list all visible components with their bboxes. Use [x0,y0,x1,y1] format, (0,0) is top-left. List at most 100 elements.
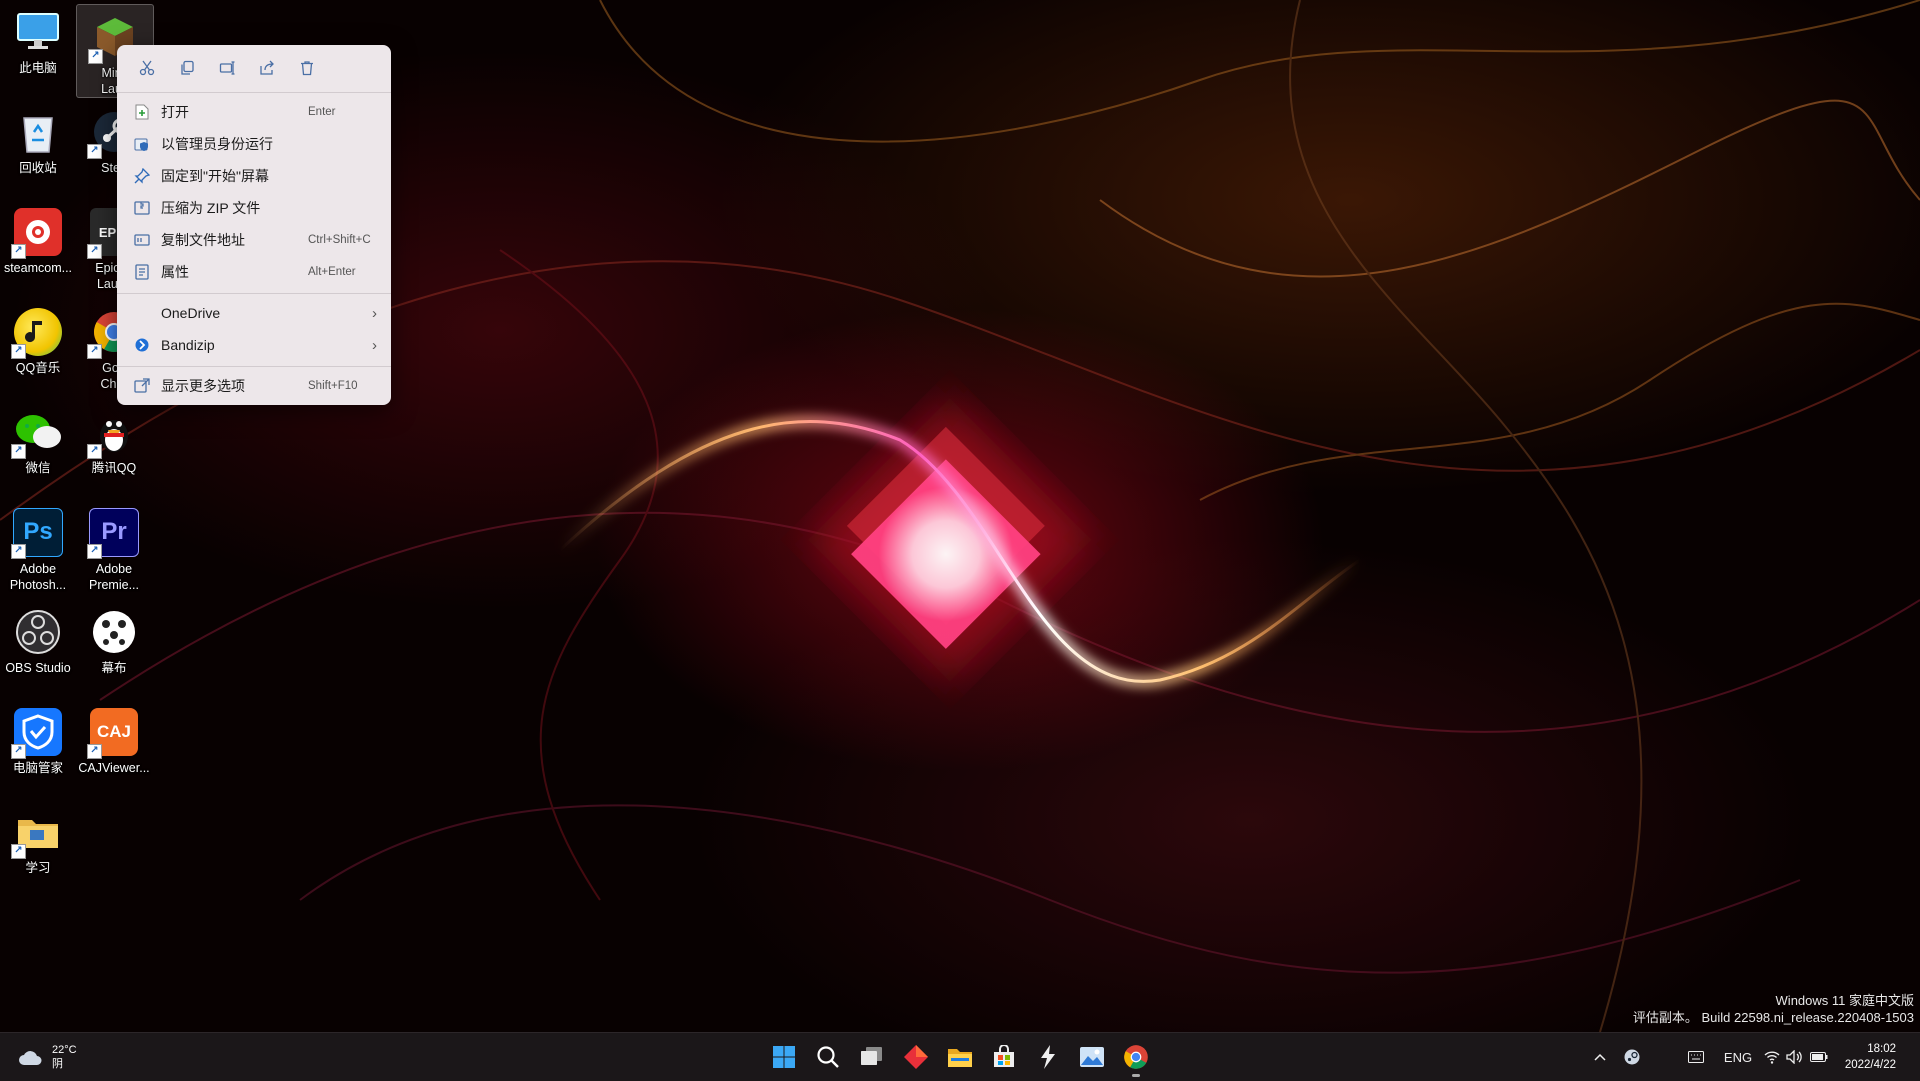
photoshop-glyph: Ps [23,518,53,546]
menu-item-label: 复制文件地址 [161,232,245,248]
desktop-icon-label: 幕布 [101,661,127,675]
desktop-icon-label: 电脑管家 [12,761,63,775]
shortcut-arrow-icon: ↗ [11,444,26,459]
desktop-icon-cajviewer[interactable]: CAJ ↗ CAJViewer... [76,700,152,792]
caj-glyph: CAJ [96,722,131,741]
desktop-icon-mubu[interactable]: 幕布 [76,600,152,692]
menu-item-compress-zip[interactable]: 压缩为 ZIP 文件 [121,193,387,223]
open-icon [133,103,151,121]
desktop-icon-obs-studio[interactable]: OBS Studio [0,600,76,692]
recycle-bin-icon [14,108,62,156]
windows-evaluation-watermark: Windows 11 家庭中文版 评估副本。 Build 22598.ni_re… [1633,992,1914,1026]
clock-date: 2022/4/22 [1844,1059,1896,1071]
wechat-icon: ↗ [11,408,62,459]
menu-divider [117,293,391,294]
context-menu-toolbar [117,45,401,91]
volume-icon[interactable] [1784,1045,1804,1069]
watermark-build: 评估副本。 Build 22598.ni_release.220408-1503 [1632,1010,1914,1025]
desktop-icon-premiere[interactable]: Pr ↗ Adobe Premie... [76,500,152,592]
desktop-icon-label: steamcom... [3,261,73,275]
mubu-icon [90,608,138,656]
app-red-diamond-icon[interactable] [898,1039,934,1075]
shortcut-arrow-icon: ↗ [87,543,102,559]
desktop-icon-recycle-bin[interactable]: 回收站 [0,100,76,192]
shortcut-arrow-icon: ↗ [87,444,102,459]
language-indicator[interactable]: ENG [1722,1045,1754,1069]
store-icon[interactable] [986,1039,1022,1075]
desktop-icon-steamcommunity[interactable]: ↗ steamcom... [0,200,76,292]
desktop-icon-label: OBS Studio [5,661,71,675]
menu-item-bandizip[interactable]: Bandizip › [121,330,387,360]
menu-item-onedrive[interactable]: OneDrive › [121,298,387,328]
desktop-icon-label: 学习 [25,861,51,875]
desktop-icon-label: Adobe Premie... [88,561,139,592]
chrome-icon[interactable] [1118,1039,1154,1077]
pc-manager-shield-icon: ↗ [11,708,62,759]
shortcut-arrow-icon: ↗ [11,344,26,359]
shortcut-arrow-icon: ↗ [87,144,102,159]
desktop-icon-wechat[interactable]: ↗ 微信 [0,400,76,492]
menu-item-pin-to-start[interactable]: 固定到"开始"屏幕 [121,161,387,191]
weather-widget[interactable]: 22°C 阴 [18,1041,77,1073]
menu-item-shortcut: Shift+F10 [308,380,358,392]
wifi-icon[interactable] [1762,1045,1782,1069]
copy-icon[interactable] [167,50,207,86]
chevron-right-icon: › [372,336,377,354]
battery-icon[interactable] [1808,1045,1830,1069]
menu-item-copy-path[interactable]: 复制文件地址 Ctrl+Shift+C [121,225,387,255]
desktop-icon-label: Adobe Photosh... [9,561,67,592]
keyboard-icon[interactable] [1686,1045,1706,1069]
qq-music-icon: ↗ [11,308,62,359]
rename-icon[interactable] [207,50,247,86]
shortcut-arrow-icon: ↗ [11,744,26,759]
premiere-glyph: Pr [101,518,127,546]
bandizip-icon [133,336,151,354]
desktop-icon-label: QQ音乐 [15,361,61,375]
steam-tray-icon[interactable] [1622,1045,1642,1069]
shortcut-arrow-icon: ↗ [88,49,103,64]
clock[interactable]: 18:02 2022/4/22 [1845,1041,1896,1073]
delete-icon[interactable] [287,50,327,86]
shortcut-arrow-icon: ↗ [11,844,26,859]
menu-item-label: Bandizip [161,337,215,353]
chevron-right-icon: › [372,304,377,322]
menu-item-run-as-admin[interactable]: 以管理员身份运行 [121,129,387,159]
cut-icon[interactable] [127,50,167,86]
menu-divider [117,92,391,93]
desktop-icon-photoshop[interactable]: Ps ↗ Adobe Photosh... [0,500,76,592]
cajviewer-icon: CAJ ↗ [87,708,138,759]
running-indicator [1132,1074,1140,1077]
menu-item-label: OneDrive [161,305,221,321]
desktop-icon-study-folder[interactable]: ↗ 学习 [0,800,76,892]
weather-text: 22°C 阴 [52,1043,77,1071]
file-explorer-icon[interactable] [942,1039,978,1075]
desktop-icon-label: 回收站 [19,161,57,175]
photoshop-icon: Ps ↗ [11,508,63,559]
menu-item-label: 压缩为 ZIP 文件 [161,200,261,216]
menu-item-label: 以管理员身份运行 [161,136,273,152]
desktop-icon-pc-manager[interactable]: ↗ 电脑管家 [0,700,76,792]
app-lightning-icon[interactable] [1030,1039,1066,1075]
shortcut-arrow-icon: ↗ [87,744,102,759]
desktop-icon-label: CAJViewer... [78,761,150,775]
desktop-icon-label: 腾讯QQ [91,461,137,475]
menu-item-shortcut: Enter [308,106,336,118]
menu-item-open[interactable]: 打开 Enter [121,97,387,127]
menu-item-label: 打开 [161,104,189,120]
desktop-icon-qq-music[interactable]: ↗ QQ音乐 [0,300,76,392]
menu-item-show-more-options[interactable]: 显示更多选项 Shift+F10 [121,371,387,401]
properties-icon [133,263,151,281]
shortcut-arrow-icon: ↗ [87,344,102,359]
premiere-icon: Pr ↗ [87,508,139,559]
search-icon[interactable] [810,1039,846,1075]
start-icon[interactable] [766,1039,802,1075]
clock-time: 18:02 [1867,1043,1896,1055]
menu-item-properties[interactable]: 属性 Alt+Enter [121,257,387,287]
chevron-up-icon[interactable] [1592,1045,1608,1069]
desktop-icon-this-pc[interactable]: 此电脑 [0,0,76,92]
share-icon[interactable] [247,50,287,86]
desktop-icon-label: 此电脑 [19,61,57,75]
photos-icon[interactable] [1074,1039,1110,1075]
task-view-icon[interactable] [854,1039,890,1075]
desktop-icon-tencent-qq[interactable]: ↗ 腾讯QQ [76,400,152,492]
